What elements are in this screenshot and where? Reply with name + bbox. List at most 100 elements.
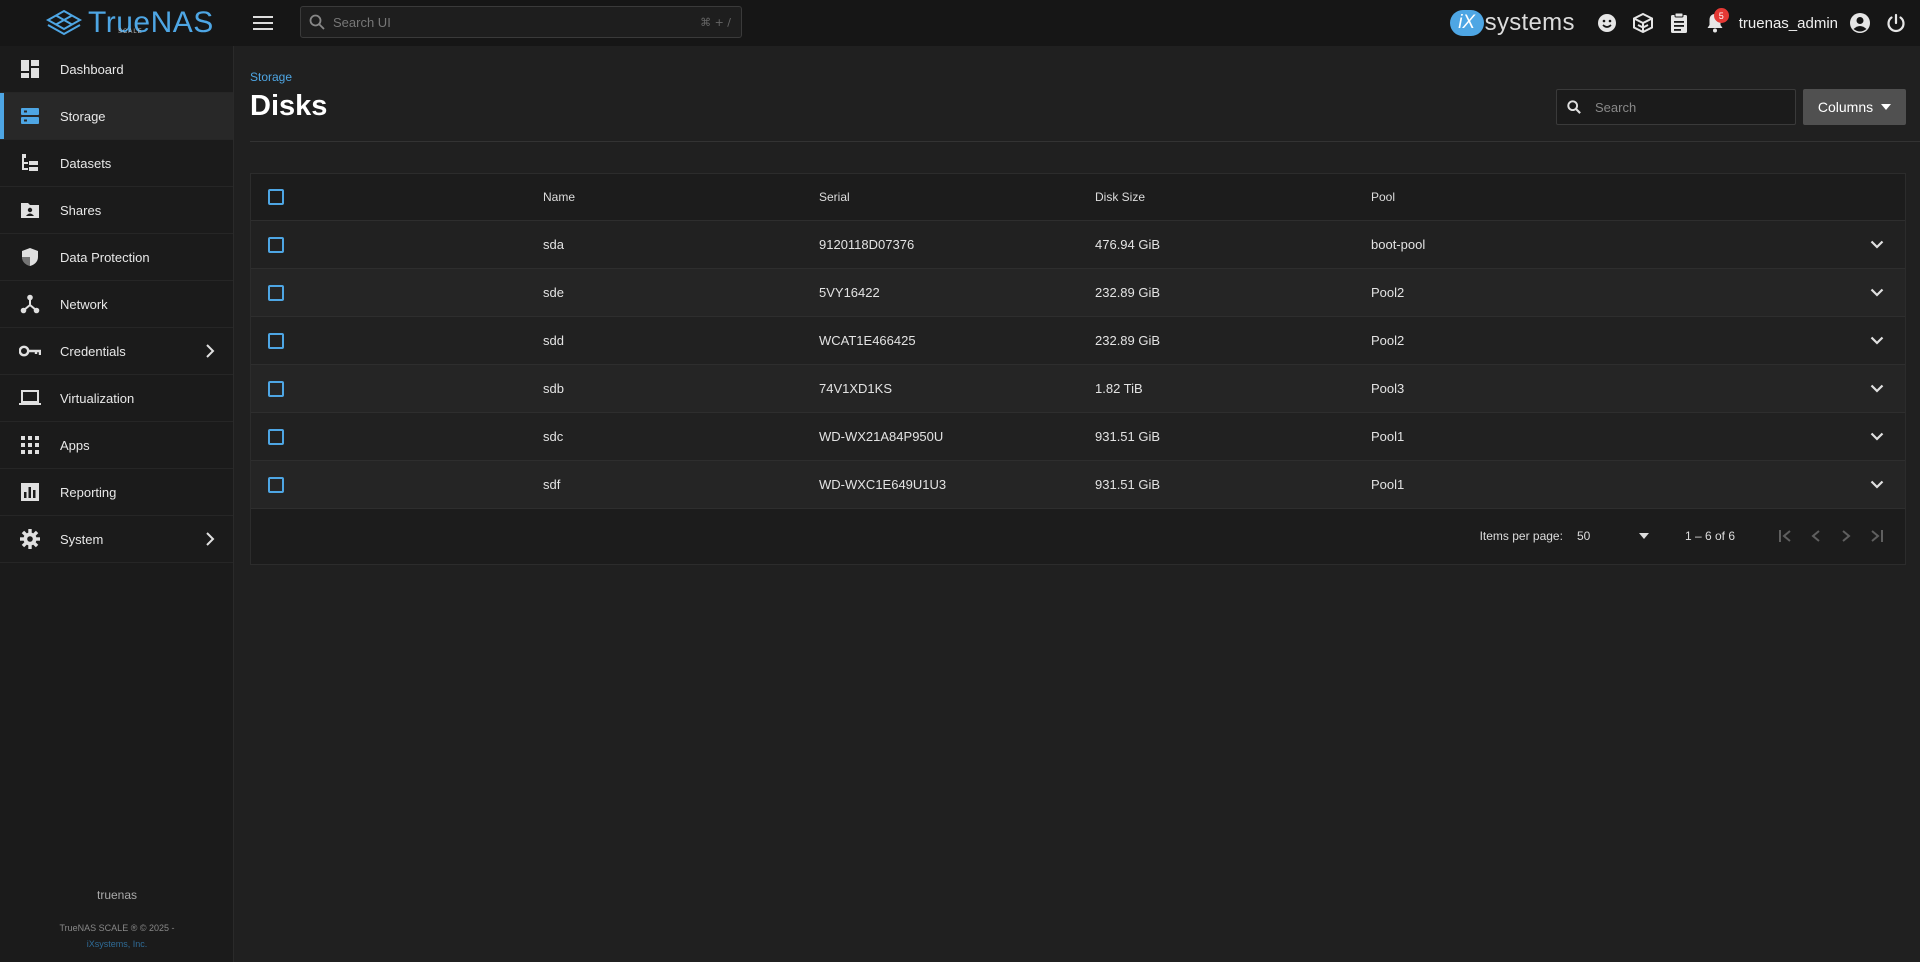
paginator: Items per page: 50 1 – 6 of 6 bbox=[251, 508, 1905, 564]
sidebar-item-shares[interactable]: Shares bbox=[0, 187, 233, 234]
cell-serial: 9120118D07376 bbox=[819, 237, 915, 252]
sidebar-item-label: Virtualization bbox=[60, 390, 135, 406]
jobs-button[interactable] bbox=[1661, 0, 1697, 46]
sidebar-item-label: Shares bbox=[60, 202, 102, 218]
cell-pool: Pool1 bbox=[1371, 429, 1405, 444]
notification-count-badge: 5 bbox=[1713, 8, 1729, 23]
chevron-down-icon bbox=[1870, 432, 1884, 441]
expand-row-button[interactable] bbox=[1867, 331, 1887, 351]
company-link[interactable]: iXsystems, Inc. bbox=[0, 936, 234, 952]
sidebar-item-system[interactable]: System bbox=[0, 516, 233, 563]
search-icon bbox=[309, 14, 325, 30]
items-per-page-value: 50 bbox=[1576, 528, 1591, 543]
sidebar-item-dashboard[interactable]: Dashboard bbox=[0, 46, 233, 93]
chevron-down-icon bbox=[1870, 480, 1884, 489]
cell-serial: 74V1XD1KS bbox=[819, 381, 892, 396]
items-per-page-label: Items per page: bbox=[1479, 529, 1563, 543]
clipboard-icon bbox=[1670, 12, 1687, 33]
sidebar-item-credentials[interactable]: Credentials bbox=[0, 328, 233, 375]
cell-pool: Pool3 bbox=[1371, 381, 1405, 396]
cell-name: sdd bbox=[543, 333, 564, 348]
sidebar-item-storage[interactable]: Storage bbox=[0, 93, 233, 140]
search-shortcut-hint: ⌘ + / bbox=[700, 15, 731, 29]
column-header-serial[interactable]: Serial bbox=[819, 190, 850, 204]
search-icon bbox=[1567, 100, 1581, 114]
sidebar-item-datasets[interactable]: Datasets bbox=[0, 140, 233, 187]
table-row[interactable]: sdc WD-WX21A84P950U 931.51 GiB Pool1 bbox=[251, 413, 1905, 461]
table-search[interactable] bbox=[1556, 89, 1796, 125]
key-icon bbox=[19, 345, 41, 357]
power-button[interactable] bbox=[1878, 0, 1914, 46]
table-row[interactable]: sda 9120118D07376 476.94 GiB boot-pool bbox=[251, 221, 1905, 269]
laptop-icon bbox=[19, 390, 41, 405]
table-row[interactable]: sdf WD-WXC1E649U1U3 931.51 GiB Pool1 bbox=[251, 461, 1905, 509]
shares-icon bbox=[21, 203, 39, 218]
row-checkbox[interactable] bbox=[268, 236, 284, 253]
global-search[interactable]: ⌘ + / bbox=[300, 6, 742, 38]
feedback-button[interactable] bbox=[1589, 0, 1625, 46]
sidebar-item-network[interactable]: Network bbox=[0, 281, 233, 328]
expand-row-button[interactable] bbox=[1867, 283, 1887, 303]
row-checkbox[interactable] bbox=[268, 284, 284, 301]
chevron-down-icon bbox=[1870, 384, 1884, 393]
sidebar-item-data-protection[interactable]: Data Protection bbox=[0, 234, 233, 281]
items-per-page-select[interactable]: 50 bbox=[1577, 521, 1649, 551]
chart-icon bbox=[21, 483, 39, 501]
cell-disk-size: 1.82 TiB bbox=[1095, 381, 1143, 396]
table-search-input[interactable] bbox=[1595, 99, 1795, 115]
cell-disk-size: 931.51 GiB bbox=[1095, 477, 1161, 492]
chevron-left-icon bbox=[1811, 530, 1820, 542]
table-header-row: Name Serial Disk Size Pool bbox=[251, 174, 1905, 221]
sidebar-item-label: Credentials bbox=[60, 343, 126, 359]
expand-row-button[interactable] bbox=[1867, 379, 1887, 399]
expand-row-button[interactable] bbox=[1867, 427, 1887, 447]
column-header-name[interactable]: Name bbox=[543, 190, 575, 204]
row-checkbox[interactable] bbox=[268, 476, 284, 493]
first-page-icon bbox=[1779, 530, 1791, 542]
columns-button[interactable]: Columns bbox=[1803, 89, 1906, 125]
breadcrumb-storage[interactable]: Storage bbox=[250, 70, 292, 84]
smiley-icon bbox=[1597, 14, 1616, 32]
truecommand-button[interactable] bbox=[1625, 0, 1661, 46]
ixsystems-logo[interactable]: iX systems bbox=[1449, 9, 1575, 37]
sidebar-item-label: Data Protection bbox=[60, 249, 150, 265]
last-page-icon bbox=[1871, 530, 1883, 542]
cell-name: sda bbox=[543, 237, 564, 252]
brand-logo[interactable]: TrueNAS SCALE bbox=[0, 0, 213, 46]
row-checkbox[interactable] bbox=[268, 332, 284, 349]
expand-row-button[interactable] bbox=[1867, 475, 1887, 495]
table-row[interactable]: sde 5VY16422 232.89 GiB Pool2 bbox=[251, 269, 1905, 317]
sidebar-item-reporting[interactable]: Reporting bbox=[0, 469, 233, 516]
sidebar-item-virtualization[interactable]: Virtualization bbox=[0, 375, 233, 422]
sidebar-item-label: System bbox=[60, 531, 104, 547]
global-search-input[interactable] bbox=[333, 14, 701, 30]
sidebar-item-label: Datasets bbox=[60, 155, 112, 171]
sidebar-item-label: Storage bbox=[60, 108, 106, 124]
row-checkbox[interactable] bbox=[268, 380, 284, 397]
hostname-label: truenas bbox=[96, 888, 138, 902]
row-checkbox[interactable] bbox=[268, 428, 284, 445]
next-page-button[interactable] bbox=[1831, 521, 1861, 551]
previous-page-button[interactable] bbox=[1801, 521, 1831, 551]
last-page-button[interactable] bbox=[1861, 521, 1891, 551]
table-row[interactable]: sdb 74V1XD1KS 1.82 TiB Pool3 bbox=[251, 365, 1905, 413]
column-header-pool[interactable]: Pool bbox=[1371, 190, 1395, 204]
chevron-down-icon bbox=[1870, 336, 1884, 345]
disks-table-card: Name Serial Disk Size Pool sda 9120118D0… bbox=[250, 173, 1906, 565]
storage-icon bbox=[21, 108, 39, 124]
sidebar-item-apps[interactable]: Apps bbox=[0, 422, 233, 469]
table-row[interactable]: sdd WCAT1E466425 232.89 GiB Pool2 bbox=[251, 317, 1905, 365]
gear-icon bbox=[20, 529, 40, 549]
truecommand-icon bbox=[1632, 12, 1653, 34]
user-menu-button[interactable] bbox=[1842, 0, 1878, 46]
expand-row-button[interactable] bbox=[1867, 235, 1887, 255]
first-page-button[interactable] bbox=[1771, 521, 1801, 551]
cell-serial: WCAT1E466425 bbox=[819, 333, 916, 348]
menu-toggle-button[interactable] bbox=[252, 12, 274, 34]
cell-pool: Pool2 bbox=[1371, 333, 1405, 348]
column-header-disk-size[interactable]: Disk Size bbox=[1095, 190, 1145, 204]
truenas-logo-icon bbox=[45, 9, 83, 36]
header-divider bbox=[250, 141, 1920, 142]
notifications-button[interactable]: 5 bbox=[1697, 0, 1733, 46]
select-all-checkbox[interactable] bbox=[268, 189, 284, 205]
